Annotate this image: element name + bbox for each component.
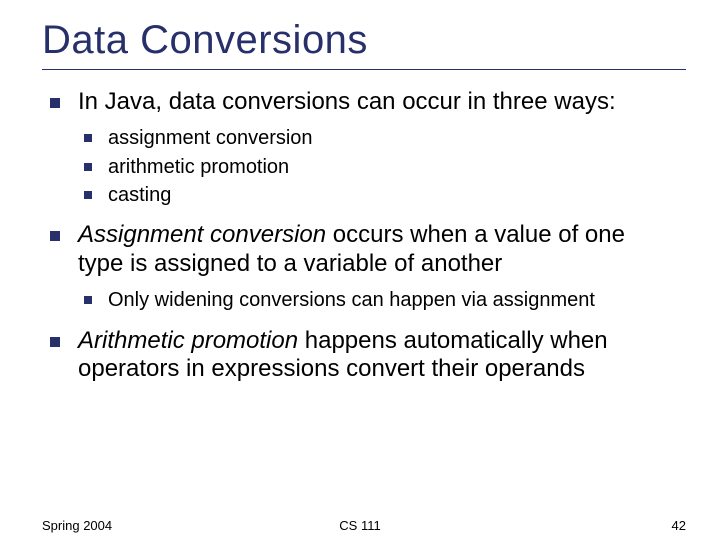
- bullet-2-sublist: Only widening conversions can happen via…: [78, 288, 676, 312]
- sub-item: casting: [78, 183, 676, 207]
- bullet-3-em: Arithmetic promotion: [78, 327, 298, 354]
- bullet-2: Assignment conversion occurs when a valu…: [42, 221, 676, 312]
- sub-item: assignment conversion: [78, 126, 676, 150]
- slide: Data Conversions In Java, data conversio…: [0, 0, 720, 540]
- footer-right: 42: [672, 518, 686, 533]
- sub-item: Only widening conversions can happen via…: [78, 288, 676, 312]
- bullet-2-em: Assignment conversion: [78, 221, 326, 248]
- bullet-1: In Java, data conversions can occur in t…: [42, 88, 676, 207]
- bullet-1-sublist: assignment conversion arithmetic promoti…: [78, 126, 676, 207]
- footer-center: CS 111: [0, 518, 720, 533]
- slide-title: Data Conversions: [42, 18, 686, 63]
- bullet-1-text: In Java, data conversions can occur in t…: [78, 88, 616, 115]
- bullet-list: In Java, data conversions can occur in t…: [42, 88, 686, 383]
- title-divider: [42, 69, 686, 70]
- sub-item: arithmetic promotion: [78, 155, 676, 179]
- bullet-3: Arithmetic promotion happens automatical…: [42, 327, 676, 384]
